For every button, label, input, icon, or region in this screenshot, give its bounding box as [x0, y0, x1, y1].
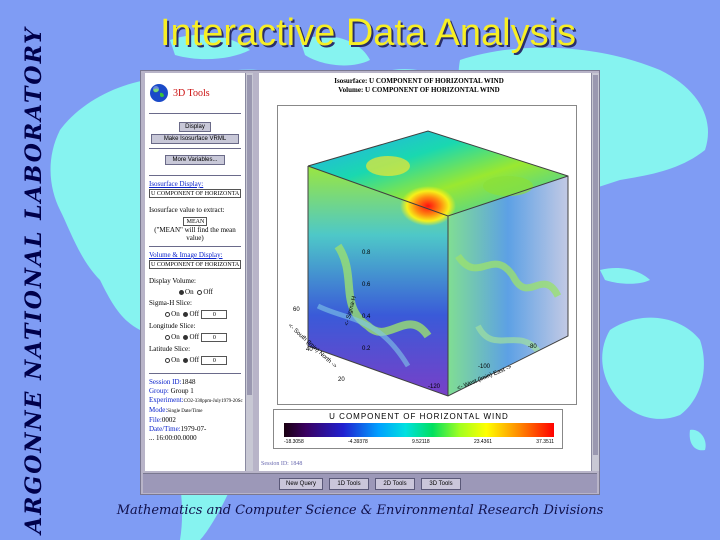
- latitude-slice-label: Latitude Slice:: [149, 345, 191, 353]
- off-label: Off: [189, 310, 200, 318]
- scrollbar-thumb[interactable]: [593, 75, 598, 455]
- tools-panel: 3D Tools Display Make Isosurface VRML Mo…: [145, 73, 245, 471]
- isosurface-display-link[interactable]: Isosurface Display:: [149, 180, 241, 188]
- footer-text: Mathematics and Computer Science & Envir…: [116, 503, 604, 518]
- display-button[interactable]: Display: [179, 122, 211, 132]
- volume-image-display-link[interactable]: Volume & Image Display:: [149, 251, 241, 259]
- y-tick-label: 20: [338, 377, 345, 383]
- mode-value: Single Date/Time: [167, 409, 203, 414]
- more-variables-button[interactable]: More Variables...: [165, 155, 225, 165]
- off-label: Off: [189, 356, 200, 364]
- z-tick-label: 0.4: [362, 314, 371, 320]
- colorbar-tick: 23.4361: [473, 439, 493, 445]
- colorbar-title: U COMPONENT OF HORIZONTAL WIND: [329, 412, 509, 421]
- datetime-value: 1979-07-: [180, 425, 207, 433]
- experiment-value: CO2-330ppm-July1979-20Sc: [183, 399, 243, 404]
- viz-header: Isosurface: U COMPONENT OF HORIZONTAL WI…: [259, 77, 579, 95]
- app-window: 3D Tools Display Make Isosurface VRML Mo…: [140, 70, 600, 495]
- session-value: 1848: [181, 378, 196, 386]
- z-tick-label: 0.8: [362, 250, 371, 256]
- datetime-info: Date/Time:1979-07-: [149, 425, 241, 434]
- datetime-label: Date/Time:: [149, 425, 181, 433]
- file-value: 0002: [161, 416, 176, 424]
- volume-heading: Volume: U COMPONENT OF HORIZONTAL WIND: [338, 86, 500, 94]
- latitude-slice-input[interactable]: 0: [200, 356, 227, 365]
- divider: [149, 113, 241, 114]
- iso-value-label: Isosurface value to extract:: [149, 206, 225, 214]
- sigma-off-radio[interactable]: [183, 311, 189, 317]
- x-tick-label: -120: [428, 384, 441, 390]
- volume-render-frame[interactable]: 0.8 0.6 0.4 0.2 <- Sigma-H 60 40 20 <- S…: [277, 105, 577, 405]
- colorbar-tick: 9.52118: [412, 439, 430, 445]
- tools-1d-button[interactable]: 1D Tools: [329, 477, 369, 490]
- session-label: Session ID:: [149, 378, 182, 386]
- left-panel-scrollbar[interactable]: [245, 73, 253, 471]
- globe-icon: [150, 84, 168, 102]
- display-volume-label: Display Volume:: [149, 277, 196, 285]
- isosurface-variable-select[interactable]: U COMPONENT OF HORIZONTA: [149, 189, 241, 198]
- volume-off-radio[interactable]: [197, 289, 203, 295]
- longitude-off-radio[interactable]: [183, 334, 189, 340]
- isosurface-heading: Isosurface: U COMPONENT OF HORIZONTAL WI…: [334, 77, 504, 85]
- colorbar-ticks: -18.3058 -4.39378 9.52118 23.4361 37.351…: [284, 439, 554, 445]
- right-panel-scrollbar[interactable]: [591, 73, 599, 471]
- z-tick-label: 0.6: [362, 282, 371, 288]
- volume-variable-select[interactable]: U COMPONENT OF HORIZONTA: [149, 260, 241, 269]
- x-tick-label: -100: [478, 364, 491, 370]
- datetime-cont: ... 16:00:00.0000: [149, 434, 197, 442]
- group-value: Group 1: [170, 387, 194, 395]
- colorbar-tick: -4.39378: [348, 439, 368, 445]
- mode-info: Mode:Single Date/Time: [149, 406, 241, 416]
- iso-help-text: ("MEAN" will find the mean value): [154, 226, 236, 242]
- longitude-on-radio[interactable]: [165, 334, 171, 340]
- colorbar-tick: 37.3511: [536, 439, 554, 445]
- divider: [149, 175, 241, 176]
- status-text: Session ID: 1848: [261, 461, 303, 467]
- visualization-panel: Isosurface: U COMPONENT OF HORIZONTAL WI…: [259, 73, 591, 471]
- on-label: On: [185, 288, 194, 296]
- off-label: Off: [189, 333, 200, 341]
- y-tick-label: 60: [293, 307, 300, 313]
- on-label: On: [171, 356, 180, 364]
- sigma-slice-label: Sigma-H Slice:: [149, 299, 192, 307]
- group-info: Group: Group 1: [149, 387, 241, 396]
- tools-3d-button[interactable]: 3D Tools: [421, 477, 461, 490]
- make-vrml-button[interactable]: Make Isosurface VRML: [151, 134, 239, 144]
- session-info: Session ID:1848: [149, 378, 241, 387]
- experiment-info: Experiment:CO2-330ppm-July1979-20Sc: [149, 396, 243, 406]
- sigma-on-radio[interactable]: [165, 311, 171, 317]
- volume-render: 0.8 0.6 0.4 0.2 <- Sigma-H 60 40 20 <- S…: [287, 130, 569, 397]
- file-info: File:0002: [149, 416, 241, 425]
- slide-title: Interactive Data Analysis: [159, 12, 577, 54]
- lab-name-text: ARGONNE NATIONAL LABORATORY: [21, 26, 48, 534]
- experiment-label: Experiment:: [149, 396, 184, 404]
- sigma-slice-input[interactable]: 0: [200, 310, 227, 319]
- colorbar-legend: U COMPONENT OF HORIZONTAL WIND -18.3058 …: [273, 409, 563, 449]
- x-tick-label: -80: [528, 344, 537, 350]
- divider: [149, 148, 241, 149]
- tools-2d-button[interactable]: 2D Tools: [375, 477, 415, 490]
- file-label: File:: [149, 416, 162, 424]
- iso-value-input[interactable]: MEAN: [183, 217, 207, 226]
- mode-label: Mode:: [149, 406, 168, 414]
- latitude-off-radio[interactable]: [183, 357, 189, 363]
- volume-on-radio[interactable]: [179, 289, 185, 295]
- z-tick-label: 0.2: [362, 346, 371, 352]
- new-query-button[interactable]: New Query: [278, 477, 323, 490]
- latitude-on-radio[interactable]: [165, 357, 171, 363]
- scrollbar-thumb[interactable]: [247, 75, 252, 395]
- side-label: ARGONNE NATIONAL LABORATORY: [20, 26, 48, 534]
- colorbar-tick: -18.3058: [284, 439, 304, 445]
- on-label: On: [171, 333, 180, 341]
- longitude-slice-label: Longitude Slice:: [149, 322, 196, 330]
- divider: [149, 373, 241, 374]
- longitude-slice-input[interactable]: 0: [200, 333, 227, 342]
- divider: [149, 246, 241, 247]
- off-label: Off: [203, 288, 213, 296]
- on-label: On: [171, 310, 180, 318]
- colorbar-gradient: [284, 423, 554, 437]
- tools-title: 3D Tools: [173, 87, 210, 99]
- bottom-toolbar: New Query 1D Tools 2D Tools 3D Tools: [143, 473, 597, 493]
- group-label: Group:: [149, 387, 169, 395]
